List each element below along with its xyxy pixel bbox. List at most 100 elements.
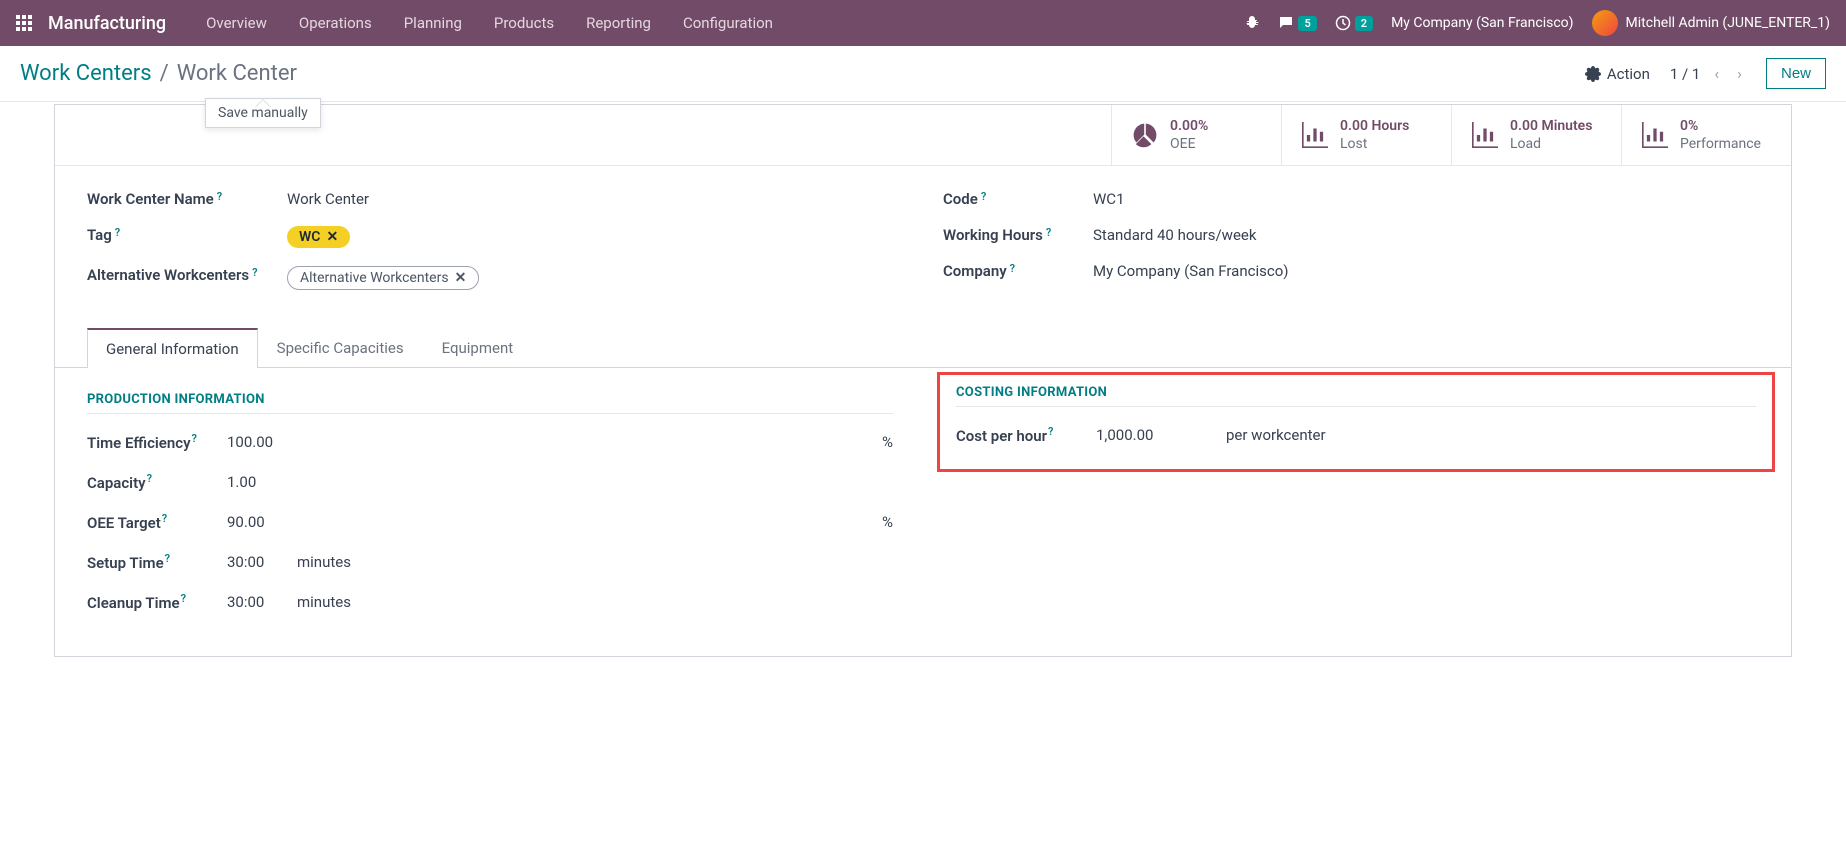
breadcrumb: Work Centers / Work Center: [20, 61, 297, 86]
company-value[interactable]: My Company (San Francisco): [1093, 262, 1759, 280]
help-icon[interactable]: ?: [192, 432, 197, 445]
name-value[interactable]: Work Center: [287, 190, 903, 208]
alt-label: Alternative Workcenters?: [87, 266, 287, 284]
navbar-right: 5 2 My Company (San Francisco) Mitchell …: [1244, 10, 1830, 36]
activities-icon[interactable]: 2: [1335, 15, 1373, 31]
bug-icon[interactable]: [1244, 15, 1260, 31]
form-right-column: Code? WC1 Working Hours? Standard 40 hou…: [943, 190, 1759, 308]
capacity-value[interactable]: 1.00: [227, 473, 357, 491]
menu-reporting[interactable]: Reporting: [570, 0, 667, 46]
form-left-column: Work Center Name? Work Center Tag? WC✕ A…: [87, 190, 903, 308]
tab-capacities[interactable]: Specific Capacities: [258, 328, 423, 368]
form-body: Work Center Name? Work Center Tag? WC✕ A…: [55, 166, 1791, 656]
pager-next[interactable]: ›: [1733, 62, 1746, 85]
field-working-hours: Working Hours? Standard 40 hours/week: [943, 226, 1759, 244]
breadcrumb-bar: Work Centers / Work Center Save manually…: [0, 46, 1846, 102]
cleanup-unit: minutes: [297, 593, 351, 611]
costing-highlight-box: COSTING INFORMATION Cost per hour? 1,000…: [937, 372, 1775, 472]
menu-planning[interactable]: Planning: [388, 0, 478, 46]
setup-label: Setup Time?: [87, 552, 227, 572]
breadcrumb-current: Work Center: [177, 61, 297, 86]
avatar-icon: [1592, 10, 1618, 36]
pager-prev[interactable]: ‹: [1710, 62, 1723, 85]
stat-performance[interactable]: 0% Performance: [1621, 105, 1791, 165]
production-title: PRODUCTION INFORMATION: [87, 392, 893, 414]
help-icon[interactable]: ?: [165, 552, 170, 565]
oee-target-unit: %: [882, 513, 893, 531]
stat-load-value: 0.00 Minutes: [1510, 117, 1592, 135]
help-icon[interactable]: ?: [1048, 425, 1053, 438]
tabs: General Information Specific Capacities …: [55, 328, 1791, 368]
cost-value[interactable]: 1,000.00: [1096, 426, 1226, 444]
form-grid: Work Center Name? Work Center Tag? WC✕ A…: [87, 190, 1759, 308]
tab-general[interactable]: General Information: [87, 328, 258, 368]
help-icon[interactable]: ?: [981, 190, 986, 203]
cleanup-value[interactable]: 30:00: [227, 593, 297, 611]
costing-title: COSTING INFORMATION: [956, 385, 1756, 407]
tag-value[interactable]: WC✕: [287, 226, 903, 248]
tab-equipment[interactable]: Equipment: [423, 328, 533, 368]
stat-oee[interactable]: 0.00% OEE: [1111, 105, 1281, 165]
hours-value[interactable]: Standard 40 hours/week: [1093, 226, 1759, 244]
menu-configuration[interactable]: Configuration: [667, 0, 789, 46]
close-icon[interactable]: ✕: [455, 270, 467, 286]
code-label: Code?: [943, 190, 1093, 208]
tab-content: PRODUCTION INFORMATION Time Efficiency? …: [87, 392, 1759, 632]
cost-label: Cost per hour?: [956, 425, 1096, 445]
user-menu[interactable]: Mitchell Admin (JUNE_ENTER_1): [1592, 10, 1830, 36]
field-company: Company? My Company (San Francisco): [943, 262, 1759, 280]
row-capacity: Capacity? 1.00: [87, 472, 893, 492]
setup-unit: minutes: [297, 553, 351, 571]
field-name: Work Center Name? Work Center: [87, 190, 903, 208]
alt-tag-pill[interactable]: Alternative Workcenters✕: [287, 266, 479, 290]
bar-chart-icon: [1302, 122, 1328, 148]
oee-target-value[interactable]: 90.00: [227, 513, 357, 531]
time-eff-value[interactable]: 100.00: [227, 433, 357, 451]
stat-load-label: Load: [1510, 135, 1592, 153]
company-selector[interactable]: My Company (San Francisco): [1391, 15, 1573, 31]
stat-load[interactable]: 0.00 Minutes Load: [1451, 105, 1621, 165]
messages-badge: 5: [1298, 16, 1316, 31]
setup-value[interactable]: 30:00: [227, 553, 297, 571]
app-brand[interactable]: Manufacturing: [48, 13, 166, 34]
help-icon[interactable]: ?: [217, 190, 222, 203]
actions-right: Action 1 / 1 ‹ › New: [1585, 58, 1826, 89]
help-icon[interactable]: ?: [1046, 226, 1051, 239]
menu-products[interactable]: Products: [478, 0, 570, 46]
action-label: Action: [1607, 65, 1650, 83]
pager: 1 / 1 ‹ ›: [1670, 62, 1746, 85]
help-icon[interactable]: ?: [181, 592, 186, 605]
breadcrumb-parent[interactable]: Work Centers: [20, 61, 152, 86]
alt-value[interactable]: Alternative Workcenters✕: [287, 266, 903, 290]
cost-unit: per workcenter: [1226, 426, 1326, 444]
code-value[interactable]: WC1: [1093, 190, 1759, 208]
help-icon[interactable]: ?: [115, 226, 120, 239]
row-setup-time: Setup Time? 30:00 minutes: [87, 552, 893, 572]
action-button[interactable]: Action: [1585, 65, 1650, 83]
user-name: Mitchell Admin (JUNE_ENTER_1): [1626, 15, 1830, 31]
oee-target-label: OEE Target?: [87, 512, 227, 532]
help-icon[interactable]: ?: [162, 512, 167, 525]
apps-icon[interactable]: [16, 15, 32, 31]
tag-label: Tag?: [87, 226, 287, 244]
row-cost-per-hour: Cost per hour? 1,000.00 per workcenter: [956, 425, 1756, 445]
cleanup-label: Cleanup Time?: [87, 592, 227, 612]
stat-oee-value: 0.00%: [1170, 117, 1208, 135]
menu-operations[interactable]: Operations: [283, 0, 388, 46]
help-icon[interactable]: ?: [147, 472, 152, 485]
gear-icon: [1585, 66, 1601, 82]
close-icon[interactable]: ✕: [326, 229, 338, 245]
pager-text[interactable]: 1 / 1: [1670, 65, 1701, 83]
help-icon[interactable]: ?: [1010, 262, 1015, 275]
navbar-menu: Overview Operations Planning Products Re…: [190, 0, 789, 46]
activities-badge: 2: [1355, 16, 1373, 31]
new-button[interactable]: New: [1766, 58, 1826, 89]
menu-overview[interactable]: Overview: [190, 0, 283, 46]
tag-pill[interactable]: WC✕: [287, 226, 350, 248]
main-navbar: Manufacturing Overview Operations Planni…: [0, 0, 1846, 46]
stat-lost[interactable]: 0.00 Hours Lost: [1281, 105, 1451, 165]
messages-icon[interactable]: 5: [1278, 15, 1316, 31]
help-icon[interactable]: ?: [252, 266, 257, 279]
field-code: Code? WC1: [943, 190, 1759, 208]
content-wrap: 0.00% OEE 0.00 Hours Lost 0.00 Minutes: [0, 104, 1846, 657]
